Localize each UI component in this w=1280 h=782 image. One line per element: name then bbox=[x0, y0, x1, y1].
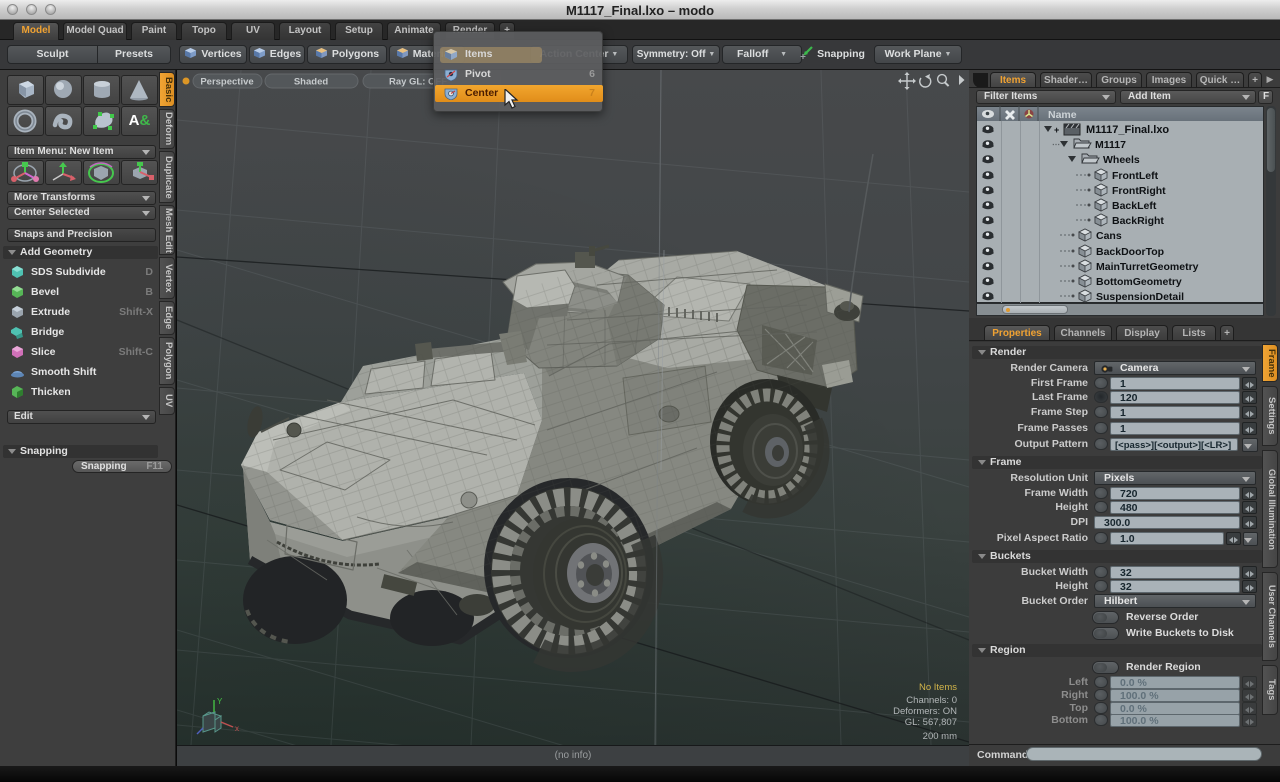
svg-text:Deformers: ON: Deformers: ON bbox=[893, 706, 957, 717]
svg-text:GL: 567,807: GL: 567,807 bbox=[905, 717, 957, 728]
svg-text:⋯: ⋯ bbox=[1052, 140, 1060, 149]
svg-text:Y: Y bbox=[217, 697, 223, 706]
svg-text:M1117: M1117 bbox=[1095, 139, 1126, 151]
svg-text:BackDoorTop: BackDoorTop bbox=[1096, 246, 1164, 258]
svg-text:M1117_Final.lxo: M1117_Final.lxo bbox=[1086, 124, 1169, 136]
svg-text:MainTurretGeometry: MainTurretGeometry bbox=[1096, 261, 1199, 273]
svg-text:BackLeft: BackLeft bbox=[1112, 200, 1157, 212]
svg-text:Shaded: Shaded bbox=[294, 77, 329, 88]
svg-text:BackRight: BackRight bbox=[1112, 215, 1164, 227]
svg-text:No Items: No Items bbox=[919, 682, 957, 693]
svg-text:FrontRight: FrontRight bbox=[1112, 185, 1166, 197]
svg-text:200 mm: 200 mm bbox=[923, 731, 957, 742]
svg-text:FrontLeft: FrontLeft bbox=[1112, 170, 1159, 182]
svg-text:Wheels: Wheels bbox=[1103, 154, 1140, 166]
svg-text:SuspensionDetail: SuspensionDetail bbox=[1096, 291, 1184, 303]
svg-text:BottomGeometry: BottomGeometry bbox=[1096, 276, 1182, 288]
svg-text:x: x bbox=[235, 724, 239, 733]
svg-text:Perspective: Perspective bbox=[200, 77, 253, 88]
svg-text:+: + bbox=[1054, 125, 1059, 135]
svg-text:Cans: Cans bbox=[1096, 230, 1122, 242]
svg-text:Channels: 0: Channels: 0 bbox=[906, 695, 957, 706]
